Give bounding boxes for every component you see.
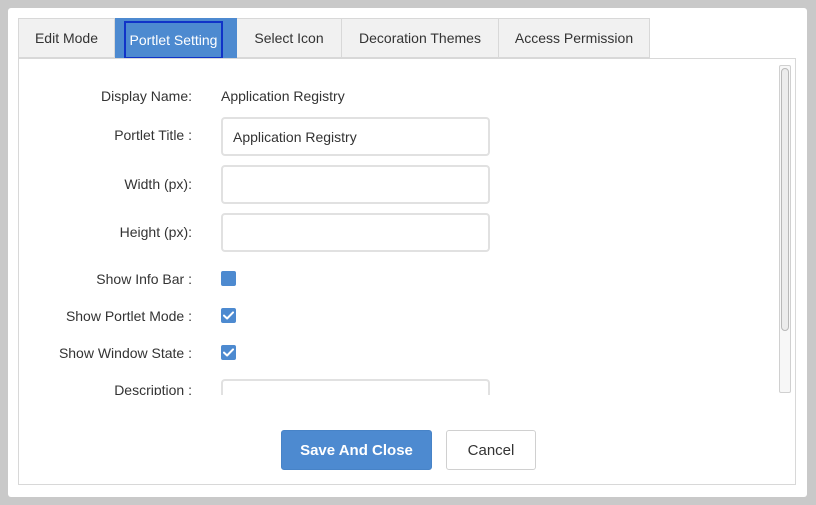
- description-textarea[interactable]: [221, 379, 490, 395]
- height-label: Height (px):: [119, 224, 192, 240]
- display-name-value: Application Registry: [221, 88, 345, 104]
- settings-form: Display Name: Application Registry Portl…: [20, 60, 792, 395]
- show-info-bar-label: Show Info Bar :: [96, 271, 192, 287]
- display-name-label: Display Name:: [100, 88, 192, 104]
- settings-panel: Display Name: Application Registry Portl…: [18, 58, 796, 485]
- tab-edit-mode[interactable]: Edit Mode: [18, 18, 115, 58]
- tab-access-permission[interactable]: Access Permission: [499, 18, 650, 58]
- tab-bar: Edit Mode Portlet Setting Select Icon De…: [18, 18, 650, 59]
- tab-label: Edit Mode: [34, 30, 99, 46]
- height-input[interactable]: [221, 213, 490, 252]
- show-window-state-label: Show Window State :: [58, 345, 192, 361]
- tab-decoration-themes[interactable]: Decoration Themes: [342, 18, 499, 58]
- tab-label: Decoration Themes: [359, 30, 481, 46]
- portlet-title-input[interactable]: [221, 117, 490, 156]
- show-window-state-checkbox[interactable]: [221, 345, 236, 360]
- width-label: Width (px):: [124, 176, 192, 192]
- checkmark-icon: [223, 311, 234, 320]
- vertical-scrollbar[interactable]: [779, 65, 791, 393]
- scrollbar-thumb[interactable]: [781, 68, 789, 331]
- portlet-settings-dialog: Edit Mode Portlet Setting Select Icon De…: [8, 8, 807, 497]
- tab-label: Portlet Setting: [124, 21, 223, 59]
- show-portlet-mode-checkbox[interactable]: [221, 308, 236, 323]
- checkmark-icon: [223, 348, 234, 357]
- portlet-title-label: Portlet Title :: [114, 127, 192, 143]
- tab-label: Access Permission: [514, 30, 634, 46]
- width-input[interactable]: [221, 165, 490, 204]
- cancel-button[interactable]: Cancel: [446, 430, 536, 470]
- save-and-close-button[interactable]: Save And Close: [281, 430, 432, 470]
- description-label: Description :: [114, 382, 192, 395]
- tab-label: Select Icon: [254, 30, 324, 46]
- tab-select-icon[interactable]: Select Icon: [237, 18, 342, 58]
- show-portlet-mode-label: Show Portlet Mode :: [65, 308, 192, 324]
- show-info-bar-checkbox[interactable]: [221, 271, 236, 286]
- tab-portlet-setting[interactable]: Portlet Setting: [115, 18, 237, 59]
